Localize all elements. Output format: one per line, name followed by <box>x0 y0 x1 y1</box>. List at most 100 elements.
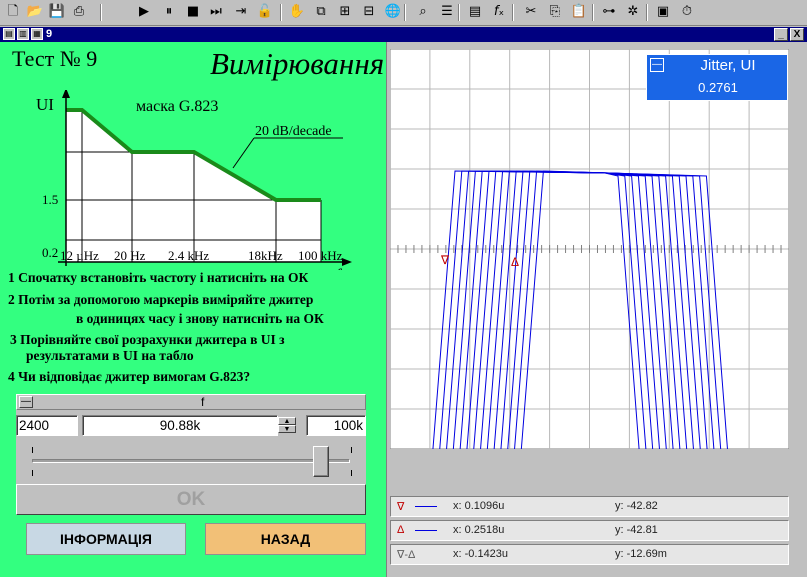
frequency-slider-track[interactable] <box>32 459 350 463</box>
x-tick-label: 2.4 kHz <box>168 248 209 263</box>
cut-icon[interactable]: ✂ <box>522 3 540 21</box>
x-tick-label: 20 Hz <box>114 248 146 263</box>
hand-icon[interactable]: ✋ <box>288 3 306 21</box>
frequency-spinner[interactable]: ▲ ▼ <box>278 417 296 434</box>
slider-tick <box>32 470 33 476</box>
instruction-line: в одиницях часу і знову натисніть на ОК <box>76 311 324 326</box>
settings-icon[interactable]: ✲ <box>624 3 642 21</box>
marker-y-value: y: -42.81 <box>615 524 658 536</box>
marker-readout-row: ∇ x: 0.1096u y: -42.82 <box>390 496 789 517</box>
window-icon-2: ▥ <box>17 28 29 40</box>
mask-name: маска G.823 <box>136 98 218 115</box>
ok-button[interactable]: OK <box>16 484 366 515</box>
network-icon[interactable]: ⊶ <box>600 3 618 21</box>
globe-icon[interactable]: 🌐 <box>384 3 402 21</box>
marker-y-value: y: -42.82 <box>615 500 658 512</box>
legend-collapse-button[interactable]: — <box>650 58 664 72</box>
marker-a-icon[interactable]: ∇ <box>440 253 450 267</box>
collapse-button[interactable]: — <box>19 396 33 408</box>
toolbar-separator <box>458 4 460 21</box>
legend-title: Jitter, UI <box>700 57 756 74</box>
image-icon[interactable]: ▣ <box>654 3 672 21</box>
marker-symbol: Δ <box>397 524 405 536</box>
frequency-label: f <box>201 395 205 409</box>
toolbar-separator <box>404 4 406 21</box>
frequency-control-header: — f <box>16 394 366 410</box>
copy-window-icon[interactable]: ⧉ <box>312 3 330 21</box>
slider-tick <box>351 447 352 453</box>
export-icon[interactable]: ⇥ <box>232 3 250 21</box>
toolbar-separator <box>512 4 514 21</box>
copy-icon[interactable]: ⎘ <box>546 3 564 21</box>
window-icon-3: ▦ <box>31 28 43 40</box>
marker-readout-row: ∇-Δ x: -0.1423u y: -12.69m <box>390 544 789 565</box>
jitter-legend: — Jitter, UI 0.2761 <box>646 54 788 101</box>
stop-icon[interactable]: ■ <box>184 3 202 21</box>
print-icon[interactable]: ⎙ <box>70 3 88 21</box>
mask-x-ticks: 12 µHz 20 Hz 2.4 kHz 18kHz 100 kHz <box>60 248 343 263</box>
open-folder-icon[interactable]: 📂 <box>26 3 44 21</box>
pause-icon[interactable]: ⏸ <box>160 3 178 21</box>
play-icon[interactable]: ▶ <box>135 3 153 21</box>
y-axis-label: UI <box>36 95 54 114</box>
jitter-value: 0.2761 <box>698 80 738 95</box>
instruction-line: 3 Порівняйте свої розрахунки джитера в U… <box>10 332 285 347</box>
marker-readout-row: Δ x: 0.2518u y: -42.81 <box>390 520 789 541</box>
toolbar-separator <box>280 4 282 21</box>
x-tick-label: 12 µHz <box>60 248 99 263</box>
marker-x-value: x: 0.1096u <box>453 500 505 512</box>
slider-tick <box>32 447 33 453</box>
properties-icon[interactable]: ▤ <box>466 3 484 21</box>
slider-tick <box>351 470 352 476</box>
y-axis-arrow <box>62 90 70 98</box>
marker-line-sample <box>415 530 437 531</box>
frequency-value-field[interactable]: 90.88k <box>82 415 278 436</box>
toolbar-separator <box>592 4 594 21</box>
new-file-icon[interactable]: 🗋 <box>4 3 22 21</box>
minimize-button[interactable]: _ <box>774 28 788 41</box>
instruction-line: 1 Спочатку встановіть частоту і натисніт… <box>8 270 309 285</box>
marker-line-sample <box>415 506 437 507</box>
timer-icon[interactable]: ⏱ <box>678 3 696 21</box>
function-icon[interactable]: fₓ <box>490 3 508 21</box>
save-icon[interactable]: 💾 <box>48 3 66 21</box>
frequency-min-field[interactable]: 2400 <box>16 415 78 436</box>
toolbar-separator <box>100 4 102 21</box>
x-tick-label: 18kHz <box>248 248 283 263</box>
oscilloscope-display[interactable]: ∇ Δ <box>390 49 789 449</box>
window-titlebar: ▤ ▥ ▦ 9 _ X <box>0 27 807 42</box>
marker-symbol: ∇-Δ <box>397 549 416 561</box>
list-icon[interactable]: ☰ <box>438 3 456 21</box>
spin-up-icon[interactable]: ▲ <box>278 417 296 425</box>
marker-b-icon[interactable]: Δ <box>511 255 519 269</box>
toolbar: 🗋 📂 💾 ⎙ ▶ ⏸ ■ ⏭ ⇥ 🔓 ✋ ⧉ ⊞ ⊟ 🌐 ⌕ ☰ ▤ fₓ ✂… <box>0 0 807 26</box>
tree-icon[interactable]: ⊞ <box>336 3 354 21</box>
slope-label: 20 dB/decade <box>255 124 332 139</box>
spin-down-icon[interactable]: ▼ <box>278 425 296 433</box>
toolbar-separator <box>646 4 648 21</box>
window-title: 9 <box>46 28 53 40</box>
paste-icon[interactable]: 📋 <box>570 3 588 21</box>
instruction-line: 2 Потім за допомогою маркерів виміряйте … <box>8 292 314 307</box>
marker-x-value: x: -0.1423u <box>453 548 509 560</box>
app-window: 🗋 📂 💾 ⎙ ▶ ⏸ ■ ⏭ ⇥ 🔓 ✋ ⧉ ⊞ ⊟ 🌐 ⌕ ☰ ▤ fₓ ✂… <box>0 0 807 577</box>
marker-x-value: x: 0.2518u <box>453 524 505 536</box>
instruction-line: результатами в UI на табло <box>26 348 194 363</box>
back-button[interactable]: НАЗАД <box>205 523 366 555</box>
unlock-icon[interactable]: 🔓 <box>256 3 274 21</box>
window-icon: ▤ <box>3 28 15 40</box>
marker-symbol: ∇ <box>397 501 405 513</box>
frequency-slider-thumb[interactable] <box>313 446 329 477</box>
test-number: Тест № 9 <box>12 46 98 71</box>
binoculars-icon[interactable]: ⌕ <box>414 3 432 21</box>
y-tick-label: 1.5 <box>42 192 58 207</box>
frequency-control: — f 2400 90.88k ▲ ▼ 100k <box>16 394 366 484</box>
close-button[interactable]: X <box>790 28 804 41</box>
instruction-line: 4 Чи відповідає джитер вимогам G.823? <box>8 369 251 384</box>
frequency-max-field[interactable]: 100k <box>306 415 366 436</box>
x-tick-label: 100 kHz <box>298 248 343 263</box>
step-icon[interactable]: ⏭ <box>207 3 225 21</box>
info-button[interactable]: ІНФОРМАЦІЯ <box>26 523 186 555</box>
route-icon[interactable]: ⊟ <box>360 3 378 21</box>
marker-y-value: y: -12.69m <box>615 548 667 560</box>
